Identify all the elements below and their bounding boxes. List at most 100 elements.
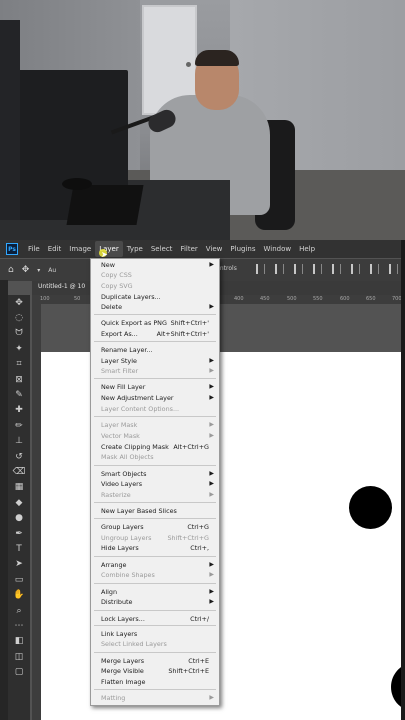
menu-image[interactable]: Image [65, 241, 95, 257]
layer-menu-item-rename-layer[interactable]: Rename Layer... [91, 345, 219, 355]
menu-separator [94, 502, 216, 503]
layer-menu-item-combine-shapes[interactable]: Combine Shapes ▶ [91, 570, 219, 580]
layer-menu-item-flatten-image[interactable]: Flatten Image [91, 677, 219, 687]
layer-menu-item-merge-layers[interactable]: Merge Layers Ctrl+E [91, 656, 219, 666]
layer-menu-item-smart-filter[interactable]: Smart Filter ▶ [91, 366, 219, 376]
menu-item-label: Duplicate Layers... [101, 293, 161, 301]
document-tab[interactable]: Untitled-1 @ 10 [38, 283, 85, 290]
ruler-tick-label: 500 [287, 296, 297, 302]
layer-menu-item-layer-style[interactable]: Layer Style ▶ [91, 356, 219, 366]
eyedropper-icon[interactable]: ✎ [8, 387, 30, 402]
layer-menu-item-video-layers[interactable]: Video Layers ▶ [91, 479, 219, 489]
layer-menu-item-group-layers[interactable]: Group Layers Ctrl+G [91, 522, 219, 532]
layer-menu-item-create-clipping-mask[interactable]: Create Clipping Mask Alt+Ctrl+G [91, 442, 219, 452]
menu-plugins[interactable]: Plugins [226, 241, 259, 257]
eraser-tool-icon[interactable]: ⌫ [8, 464, 30, 479]
layer-menu-item-new[interactable]: New ▶ [91, 260, 219, 270]
zoom-tool-icon[interactable]: ⌕ [8, 603, 30, 618]
align-top-icon[interactable] [332, 264, 341, 274]
menu-item-label: Merge Layers [101, 657, 145, 665]
menu-item-label: Video Layers [101, 480, 143, 488]
hand-tool-icon[interactable]: ✋ [8, 587, 30, 602]
layer-menu-item-select-linked-layers[interactable]: Select Linked Layers [91, 639, 219, 649]
menu-help[interactable]: Help [295, 241, 319, 257]
magic-wand-icon[interactable]: ✦ [8, 341, 30, 356]
layer-menu-item-layer-content-options[interactable]: Layer Content Options... [91, 404, 219, 414]
distribute-icon[interactable] [313, 264, 322, 274]
auto-select-label[interactable]: Au [48, 267, 56, 274]
menu-item-label: Layer Content Options... [101, 405, 180, 413]
menu-edit[interactable]: Edit [44, 241, 66, 257]
marquee-tool-icon[interactable]: ◌ [8, 310, 30, 325]
brush-tool-icon[interactable]: ✏ [8, 418, 30, 433]
frame-tool-icon[interactable]: ⊠ [8, 372, 30, 387]
screen-mode-icon[interactable]: ▢ [8, 664, 30, 679]
color-swatches-icon[interactable]: ◧ [8, 634, 30, 649]
layer-menu-item-rasterize[interactable]: Rasterize ▶ [91, 490, 219, 500]
layer-menu-item-delete[interactable]: Delete ▶ [91, 302, 219, 312]
menu-view[interactable]: View [202, 241, 227, 257]
lasso-tool-icon[interactable]: ᗢ [8, 326, 30, 341]
menu-separator [94, 652, 216, 653]
ruler-tick-label: 400 [234, 296, 244, 302]
menu-separator [94, 465, 216, 466]
dodge-tool-icon[interactable]: ● [8, 510, 30, 525]
layer-menu-item-vector-mask[interactable]: Vector Mask ▶ [91, 431, 219, 441]
distribute-vertical-icon[interactable] [389, 264, 398, 274]
layer-menu-item-matting[interactable]: Matting ▶ [91, 693, 219, 703]
move-tool-preset-icon[interactable]: ✥ [22, 265, 30, 275]
crop-tool-icon[interactable]: ⌗ [8, 357, 30, 372]
menu-separator [94, 556, 216, 557]
layer-menu-item-new-layer-based-slices[interactable]: New Layer Based Slices [91, 506, 219, 516]
menu-separator [94, 610, 216, 611]
layer-menu-item-new-fill-layer[interactable]: New Fill Layer ▶ [91, 382, 219, 392]
menu-filter[interactable]: Filter [176, 241, 201, 257]
type-tool-icon[interactable]: T [8, 541, 30, 556]
menu-item-shortcut: Alt+Ctrl+G [173, 443, 209, 451]
healing-brush-icon[interactable]: ✚ [8, 403, 30, 418]
menu-type[interactable]: Type [123, 241, 147, 257]
layer-menu-item-copy-svg[interactable]: Copy SVG [91, 281, 219, 291]
move-tool-icon[interactable]: ✥ [8, 295, 30, 310]
align-middle-icon[interactable] [351, 264, 360, 274]
history-brush-icon[interactable]: ↺ [8, 449, 30, 464]
layer-menu-item-copy-css[interactable]: Copy CSS [91, 270, 219, 280]
layer-menu-item-lock-layers[interactable]: Lock Layers... Ctrl+/ [91, 614, 219, 624]
more-tools-icon[interactable]: ⋯ [8, 618, 30, 633]
chevron-down-icon[interactable]: ▾ [37, 267, 40, 274]
black-circle-shape[interactable] [349, 486, 392, 529]
menu-item-label: Create Clipping Mask [101, 443, 169, 451]
mouse [62, 178, 92, 190]
layer-menu-item-ungroup-layers[interactable]: Ungroup Layers Shift+Ctrl+G [91, 533, 219, 543]
align-left-icon[interactable] [256, 264, 265, 274]
layer-menu-item-duplicate-layers[interactable]: Duplicate Layers... [91, 292, 219, 302]
align-bottom-icon[interactable] [370, 264, 379, 274]
menu-separator [94, 518, 216, 519]
blur-tool-icon[interactable]: ◆ [8, 495, 30, 510]
layer-menu-item-align[interactable]: Align ▶ [91, 587, 219, 597]
home-icon[interactable]: ⌂ [8, 265, 14, 275]
rectangle-tool-icon[interactable]: ▭ [8, 572, 30, 587]
path-selection-icon[interactable]: ➤ [8, 557, 30, 572]
align-right-icon[interactable] [294, 264, 303, 274]
quick-mask-icon[interactable]: ◫ [8, 649, 30, 664]
layer-menu-item-export-as[interactable]: Export As... Alt+Shift+Ctrl+' [91, 329, 219, 339]
pen-tool-icon[interactable]: ✒ [8, 526, 30, 541]
layer-menu-item-hide-layers[interactable]: Hide Layers Ctrl+, [91, 543, 219, 553]
gradient-tool-icon[interactable]: ▦ [8, 480, 30, 495]
layer-menu-item-mask-all-objects[interactable]: Mask All Objects [91, 452, 219, 462]
layer-menu-item-link-layers[interactable]: Link Layers [91, 629, 219, 639]
layer-menu-item-layer-mask[interactable]: Layer Mask ▶ [91, 420, 219, 430]
layer-menu-item-smart-objects[interactable]: Smart Objects ▶ [91, 469, 219, 479]
layer-menu-item-quick-export-as-png[interactable]: Quick Export as PNG Shift+Ctrl+' [91, 318, 219, 328]
layer-menu-item-arrange[interactable]: Arrange ▶ [91, 560, 219, 570]
layer-menu-item-distribute[interactable]: Distribute ▶ [91, 597, 219, 607]
clone-stamp-icon[interactable]: ⊥ [8, 434, 30, 449]
menu-window[interactable]: Window [259, 241, 295, 257]
layer-menu-item-merge-visible[interactable]: Merge Visible Shift+Ctrl+E [91, 666, 219, 676]
menu-file[interactable]: File [24, 241, 44, 257]
menu-item-label: New Fill Layer [101, 383, 146, 391]
layer-menu-item-new-adjustment-layer[interactable]: New Adjustment Layer ▶ [91, 393, 219, 403]
align-center-icon[interactable] [275, 264, 284, 274]
menu-select[interactable]: Select [147, 241, 177, 257]
